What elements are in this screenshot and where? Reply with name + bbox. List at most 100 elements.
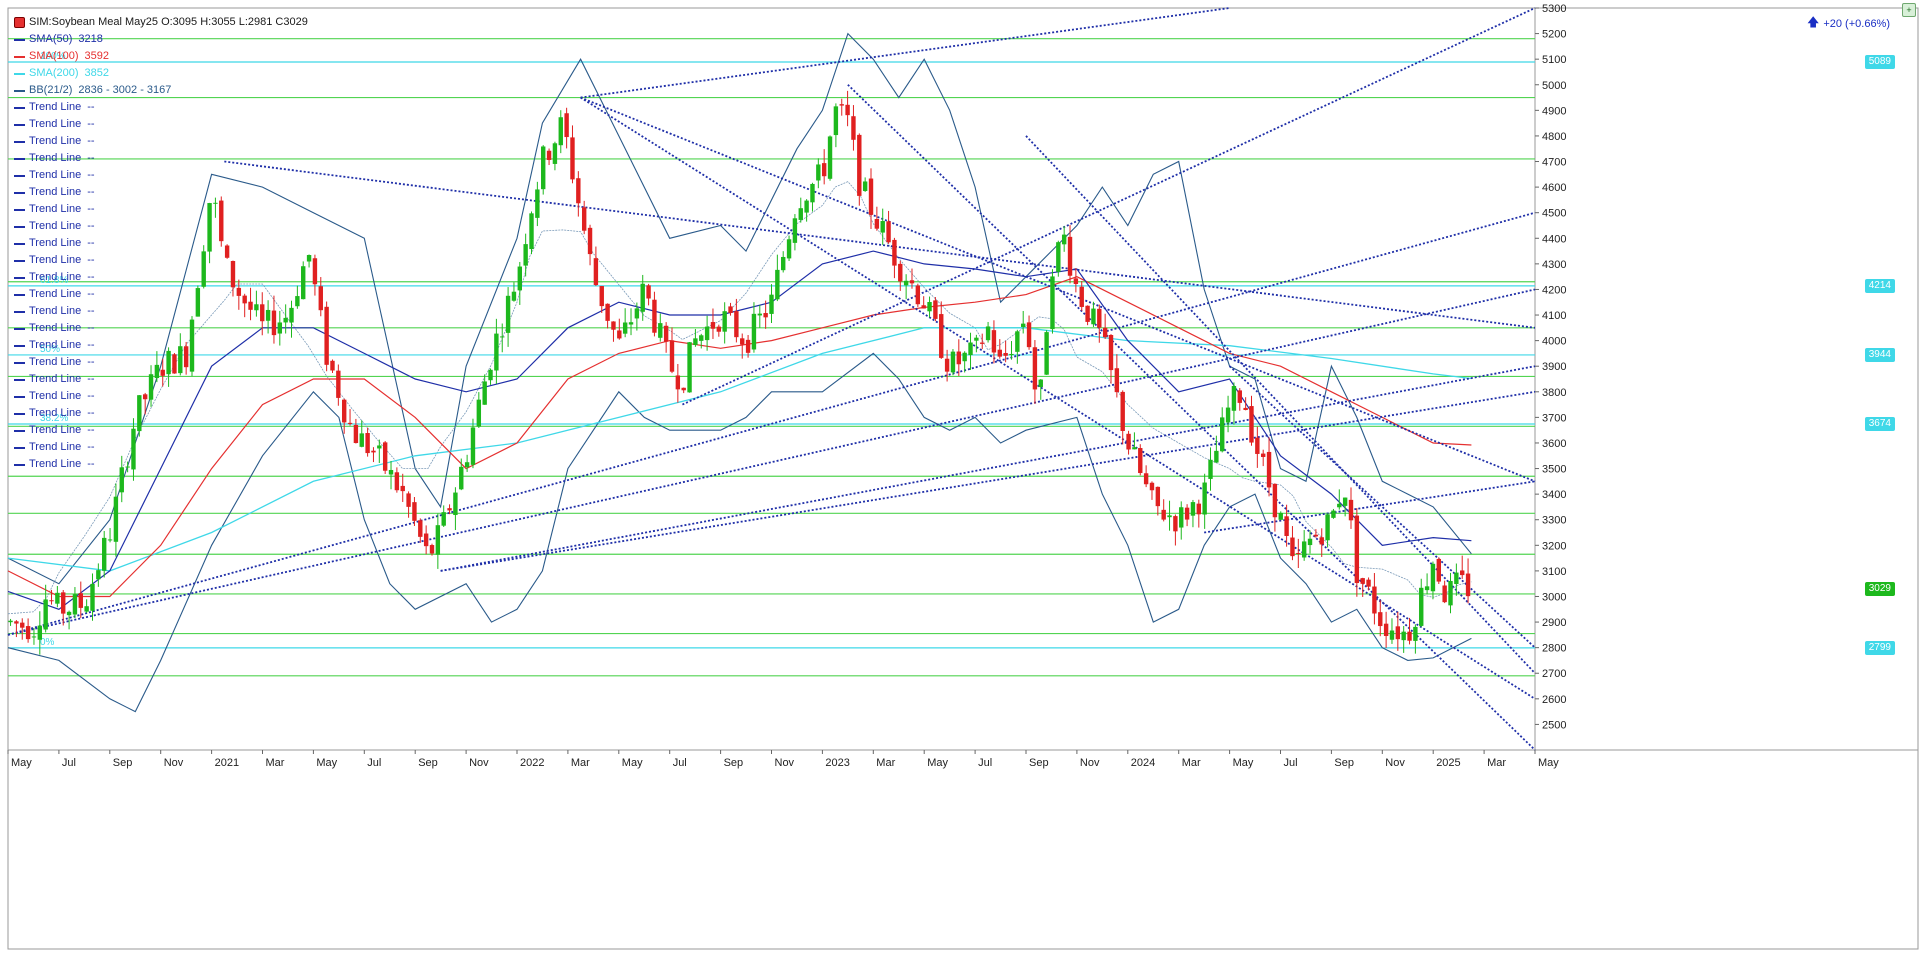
x-tick-label: 2025 [1436, 757, 1460, 769]
legend-swatch [14, 259, 25, 262]
candle-body [1097, 308, 1102, 328]
legend-item[interactable]: Trend Line -- [14, 371, 308, 388]
legend-swatch [14, 293, 25, 296]
y-tick-label: 2700 [1542, 668, 1566, 680]
candle-body [663, 325, 669, 342]
candle-body [851, 116, 856, 140]
legend-item[interactable]: Trend Line -- [14, 167, 308, 184]
candle-body [412, 502, 417, 521]
price-tag: 2799 [1864, 640, 1895, 655]
candle-body [587, 227, 593, 255]
candle-body [14, 621, 19, 624]
legend-item[interactable]: Trend Line -- [14, 405, 308, 422]
candle-body [734, 311, 739, 338]
candle-body [505, 295, 511, 333]
price-tag: 3944 [1864, 347, 1895, 362]
candle-body [1190, 502, 1196, 516]
legend-item[interactable]: Trend Line -- [14, 116, 308, 133]
candle-body [347, 422, 353, 424]
legend-item[interactable]: SMA(50) 3218 [14, 31, 308, 48]
y-tick-label: 2900 [1542, 617, 1566, 629]
candle-body [1307, 538, 1313, 546]
legend-label: Trend Line [29, 237, 82, 249]
candle-body [570, 137, 575, 180]
legend-label: Trend Line [29, 305, 82, 317]
legend-item[interactable]: Trend Line -- [14, 286, 308, 303]
legend-item[interactable]: Trend Line -- [14, 354, 308, 371]
candle-body [816, 164, 821, 181]
legend-item[interactable]: SMA(100) 3592 [14, 48, 308, 65]
legend-swatch [14, 429, 25, 432]
legend-item[interactable]: Trend Line -- [14, 252, 308, 269]
legend-swatch [14, 157, 25, 160]
legend-item[interactable]: Trend Line -- [14, 422, 308, 439]
candle-body [1173, 516, 1178, 532]
legend-item[interactable]: Trend Line -- [14, 201, 308, 218]
legend-item[interactable]: Trend Line -- [14, 235, 308, 252]
candle-body [974, 337, 979, 341]
legend-item[interactable]: Trend Line -- [14, 184, 308, 201]
candle-body [985, 326, 991, 341]
candle-body [704, 326, 710, 341]
candle-body [1184, 507, 1190, 520]
candle-body [1114, 368, 1120, 393]
legend-value: -- [87, 356, 95, 368]
candle-body [740, 338, 745, 345]
legend-item[interactable]: Trend Line -- [14, 337, 308, 354]
candle-body [1061, 234, 1067, 245]
legend-item[interactable]: Trend Line -- [14, 133, 308, 150]
legend-swatch [14, 191, 25, 194]
legend-item[interactable]: Trend Line -- [14, 303, 308, 320]
legend-value: -- [87, 373, 95, 385]
candle-body [1196, 503, 1202, 515]
legend-swatch [14, 446, 25, 449]
candle-body [792, 218, 798, 243]
legend-value: 3218 [78, 33, 103, 45]
legend-item[interactable]: Trend Line -- [14, 99, 308, 116]
legend-item[interactable]: Trend Line -- [14, 269, 308, 286]
x-tick-label: Mar [266, 757, 285, 769]
legend-item[interactable]: Trend Line -- [14, 320, 308, 337]
candle-body [1079, 286, 1084, 307]
candle-body [1354, 515, 1360, 584]
x-tick-label: 2024 [1131, 757, 1155, 769]
candle-body [1231, 386, 1237, 411]
legend-swatch [14, 361, 25, 364]
maximize-icon[interactable]: + [1902, 3, 1916, 17]
candle-body [781, 256, 786, 271]
candle-body [20, 622, 25, 628]
legend-swatch [14, 174, 25, 177]
symbol-header[interactable]: SIM:Soybean Meal May25 O:3095 H:3055 L:2… [14, 14, 308, 31]
legend-item[interactable]: Trend Line -- [14, 388, 308, 405]
x-tick-label: Nov [164, 757, 184, 769]
candle-body [72, 594, 78, 615]
candle-body [25, 626, 31, 640]
legend-item[interactable]: BB(21/2) 2836 - 3002 - 3167 [14, 82, 308, 99]
legend-item[interactable]: Trend Line -- [14, 150, 308, 167]
candle-body [775, 269, 780, 300]
legend-swatch [14, 344, 25, 347]
legend-label: Trend Line [29, 288, 82, 300]
legend-item[interactable]: Trend Line -- [14, 218, 308, 235]
candle-body [1015, 331, 1020, 352]
candle-body [336, 370, 341, 398]
legend-item[interactable]: Trend Line -- [14, 456, 308, 473]
legend-value: -- [87, 407, 95, 419]
legend-swatch [14, 276, 25, 279]
x-tick-label: 2021 [215, 757, 239, 769]
legend-item[interactable]: Trend Line -- [14, 439, 308, 456]
y-tick-label: 3800 [1542, 387, 1566, 399]
candle-body [61, 592, 66, 614]
legend-item[interactable]: SMA(200) 3852 [14, 65, 308, 82]
legend-label: BB(21/2) [29, 84, 73, 96]
candle-body [1108, 335, 1114, 371]
legend-swatch [14, 72, 25, 75]
candle-body [1290, 537, 1295, 557]
y-tick-label: 2600 [1542, 694, 1566, 706]
legend-label: Trend Line [29, 407, 82, 419]
legend-value: 2836 - 3002 - 3167 [78, 84, 172, 96]
y-tick-label: 4400 [1542, 233, 1566, 245]
candle-body [78, 593, 83, 608]
legend-label: Trend Line [29, 152, 82, 164]
candle-body [1056, 242, 1061, 272]
